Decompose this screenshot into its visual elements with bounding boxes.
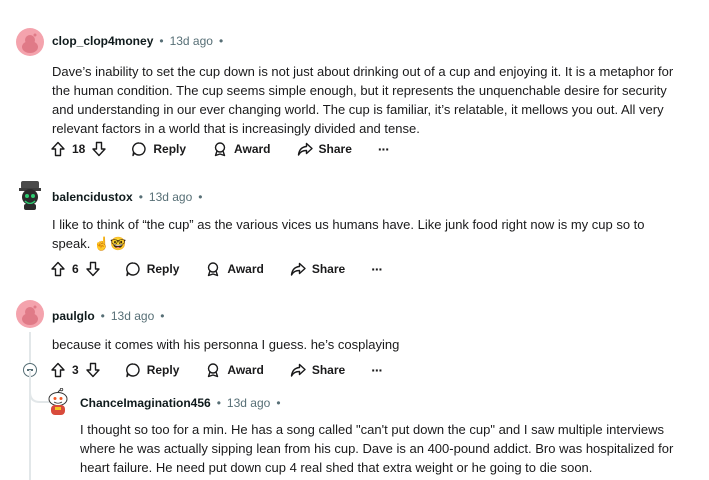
comment-actions: 18 Reply Award Share ··· <box>50 137 390 161</box>
reply-label: Reply <box>146 262 180 276</box>
award-button[interactable]: Award <box>205 362 264 378</box>
comment-body: because it comes with his personna I gue… <box>52 337 400 352</box>
comment-icon <box>132 142 147 157</box>
comment-author[interactable]: paulglo <box>52 309 95 323</box>
award-label: Award <box>227 262 264 276</box>
comment-author[interactable]: clop_clop4money <box>52 34 153 48</box>
comment-actions: 6 Reply Award Share ··· <box>50 257 383 281</box>
separator-dot: • <box>198 190 203 204</box>
more-options-icon: ··· <box>371 261 383 277</box>
downvote-icon <box>85 362 100 378</box>
downvote-button[interactable] <box>85 261 101 277</box>
comment-time[interactable]: 13d ago <box>149 190 192 204</box>
upvote-icon <box>51 261 65 277</box>
comment-body: I thought so too for a min. He has a son… <box>80 422 674 475</box>
thread-line[interactable] <box>29 332 31 480</box>
avatar-balencidustox[interactable] <box>17 180 43 210</box>
separator-dot: • <box>276 396 281 410</box>
share-button[interactable]: Share <box>290 362 345 378</box>
more-options-button[interactable]: ··· <box>377 141 390 157</box>
comment-actions: 3 Reply Award Share ··· <box>50 358 383 382</box>
more-options-button[interactable]: ··· <box>371 261 383 277</box>
comment-icon <box>125 363 140 378</box>
comment-author[interactable]: ChanceImagination456 <box>80 396 211 410</box>
reply-label: Reply <box>153 142 187 156</box>
avatar-clop-clop4money[interactable] <box>16 28 44 56</box>
comment-1: clop_clop4money • 13d ago • Dave’s inabi… <box>0 0 709 170</box>
comment-author[interactable]: balencidustox <box>52 190 133 204</box>
share-icon <box>290 262 306 276</box>
downvote-icon <box>92 141 107 157</box>
award-icon <box>208 363 219 378</box>
comment-time[interactable]: 13d ago <box>227 396 270 410</box>
avatar-paulglo[interactable] <box>16 300 44 328</box>
more-options-icon: ··· <box>371 362 383 378</box>
more-options-icon: ··· <box>377 141 390 157</box>
separator-dot: • <box>160 309 165 323</box>
comment-body: Dave’s inability to set the cup down is … <box>52 64 674 136</box>
share-label: Share <box>318 142 352 156</box>
downvote-button[interactable] <box>91 141 107 157</box>
upvote-icon <box>51 141 65 157</box>
more-options-button[interactable]: ··· <box>371 362 383 378</box>
share-button[interactable]: Share <box>290 261 345 277</box>
separator-dot: • <box>138 190 143 204</box>
avatar-chanceimagination456[interactable] <box>46 388 70 416</box>
award-icon <box>214 142 226 157</box>
comment-icon <box>125 262 140 277</box>
share-icon <box>297 142 313 156</box>
downvote-icon <box>85 261 100 277</box>
award-icon <box>208 262 219 277</box>
snoo-avatar-icon <box>22 33 38 53</box>
reply-button[interactable]: Reply <box>131 141 186 157</box>
separator-dot: • <box>159 34 164 48</box>
separator-dot: • <box>100 309 105 323</box>
upvote-button[interactable] <box>50 141 66 157</box>
award-label: Award <box>227 363 264 377</box>
comment-body: I like to think of “the cup” as the vari… <box>52 217 645 251</box>
share-button[interactable]: Share <box>297 141 352 157</box>
reply-button[interactable]: Reply <box>125 261 180 277</box>
award-button[interactable]: Award <box>205 261 264 277</box>
separator-dot: • <box>218 34 224 48</box>
snoo-avatar-icon <box>48 388 68 415</box>
comment-time[interactable]: 13d ago <box>170 34 213 48</box>
reply-label: Reply <box>146 363 180 377</box>
share-icon <box>290 363 306 377</box>
vote-count: 18 <box>72 142 86 156</box>
share-label: Share <box>311 262 346 276</box>
vote-count: 6 <box>72 262 79 276</box>
award-button[interactable]: Award <box>212 141 271 157</box>
share-label: Share <box>311 363 346 377</box>
snoo-avatar-icon <box>19 181 41 210</box>
downvote-button[interactable] <box>85 362 101 378</box>
upvote-button[interactable] <box>50 261 66 277</box>
snoo-avatar-icon <box>22 305 38 325</box>
separator-dot: • <box>216 396 221 410</box>
reply-button[interactable]: Reply <box>125 362 180 378</box>
vote-count: 3 <box>72 363 79 377</box>
comment-time[interactable]: 13d ago <box>111 309 154 323</box>
award-label: Award <box>234 142 271 156</box>
